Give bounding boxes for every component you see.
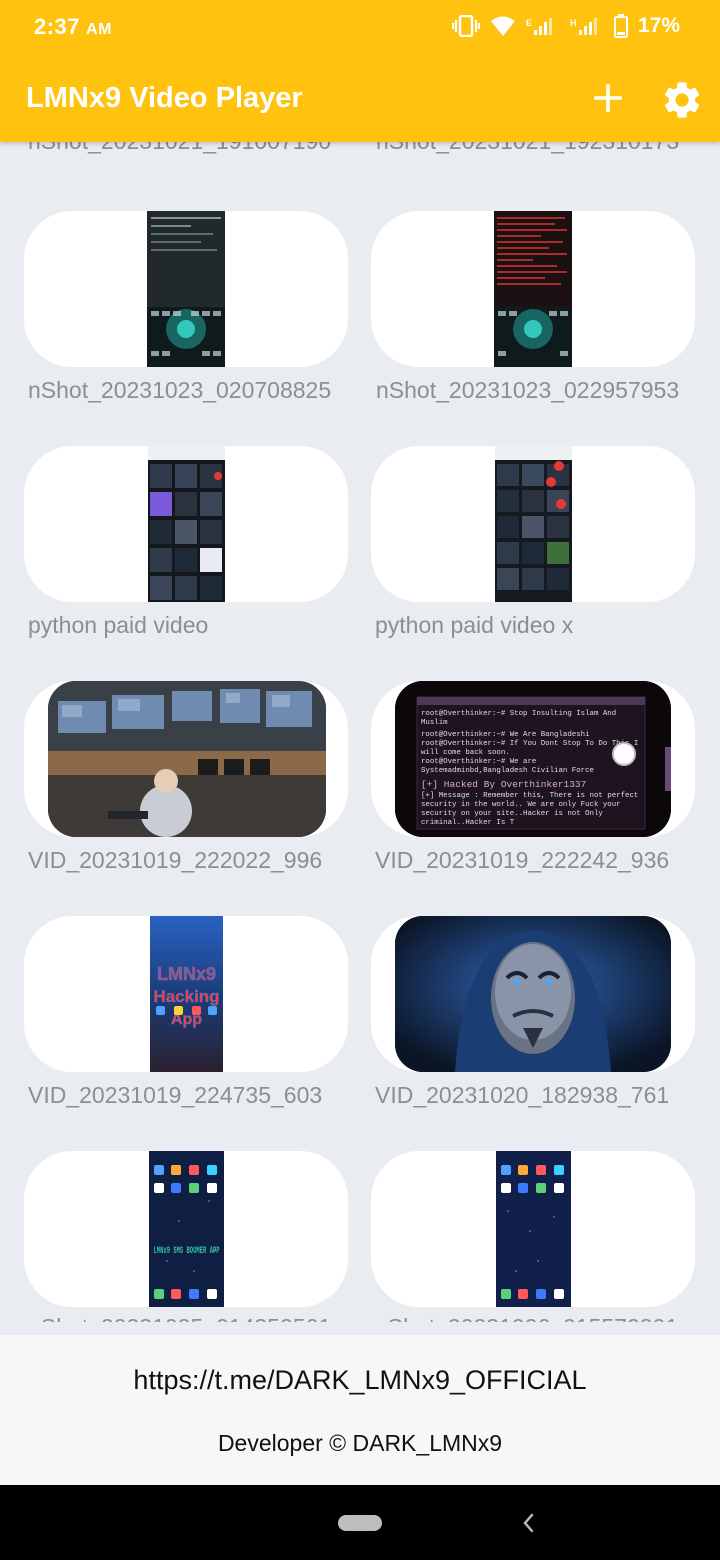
app-bar: LMNx9 Video Player (0, 60, 720, 142)
video-card[interactable]: LMNx9 SMS BOOMER APP (24, 1151, 348, 1307)
terminal-line: security on your site..Hacker is not Onl… (421, 810, 603, 818)
video-thumbnail: LMNx9 Hacking App (150, 916, 223, 1072)
gear-icon[interactable] (660, 78, 704, 122)
vibrate-icon (451, 15, 480, 37)
video-thumbnail: root@Overthinker:~# Stop Insulting Islam… (395, 681, 671, 837)
terminal-line: Muslim (421, 719, 448, 727)
battery-icon (613, 14, 628, 38)
telegram-link[interactable]: https://t.me/DARK_LMNx9_OFFICIAL (0, 1365, 720, 1396)
video-thumbnail (395, 916, 671, 1072)
app-title: LMNx9 Video Player (26, 82, 303, 114)
terminal-line: root@Overthinker:~# Stop Insulting Islam… (421, 710, 616, 718)
video-thumbnail (494, 211, 572, 367)
status-bar: 2:37 AM E H 17% (0, 0, 720, 60)
video-title: nShot_20231026_015572801 (375, 1314, 693, 1322)
developer-credit: Developer © DARK_LMNx9 (217, 1430, 503, 1456)
terminal-line: criminal..Hacker Is T (421, 819, 515, 827)
terminal-line: [+] Message : Remember this, There is no… (421, 792, 638, 800)
video-card[interactable]: LMNx9 Hacking App (24, 916, 348, 1072)
signal-icon: H (570, 18, 597, 35)
video-card[interactable]: root@Overthinker:~# Stop Insulting Islam… (371, 681, 695, 837)
home-pill-icon[interactable] (338, 1515, 382, 1531)
status-time-value: 2:37 (34, 14, 81, 39)
terminal-line: root@Overthinker:~# We are (421, 758, 536, 766)
video-title: VID_20231019_222022_996 (28, 847, 323, 873)
video-thumbnail (48, 681, 326, 837)
wifi-icon (490, 16, 515, 36)
signal-icon: E (526, 18, 552, 35)
terminal-line: root@Overthinker:~# We Are Bangladeshi (421, 731, 590, 739)
video-title: nShot_20231025_014352561 (28, 1314, 346, 1322)
video-title: nShot_20231021_191007190 (28, 142, 346, 155)
thumb-text: LMNx9 (157, 964, 216, 984)
video-title: VID_20231019_222242_936 (375, 847, 670, 873)
video-thumbnail (495, 446, 572, 602)
video-card[interactable] (371, 1151, 695, 1307)
video-title: python paid video (28, 612, 209, 638)
terminal-line: root@Overthinker:~# If You Dont Stop To … (421, 740, 638, 748)
status-icons: E H 17% (451, 14, 680, 38)
plus-icon[interactable] (588, 78, 628, 118)
video-thumbnail (496, 1151, 571, 1307)
svg-text:E: E (526, 18, 532, 28)
terminal-line: Systemadminbd,Bangladesh Civilian Force (421, 767, 594, 775)
video-card[interactable] (371, 446, 695, 602)
video-card[interactable] (371, 211, 695, 367)
video-card[interactable] (24, 211, 348, 367)
thumb-text: LMNx9 SMS BOOMER APP (154, 1246, 220, 1257)
footer: https://t.me/DARK_LMNx9_OFFICIAL Develop… (0, 1335, 720, 1485)
video-thumbnail (147, 211, 225, 367)
video-grid[interactable]: nShot_20231021_191007190 nShot_20231021_… (0, 142, 720, 1322)
terminal-line: security in the world.. We are only Fuck… (421, 801, 621, 809)
status-ampm: AM (86, 21, 112, 38)
video-title: python paid video x (375, 612, 574, 638)
navigation-bar (0, 1485, 720, 1560)
video-card[interactable] (24, 446, 348, 602)
svg-text:H: H (570, 18, 577, 28)
video-card[interactable] (371, 916, 695, 1072)
status-time: 2:37 AM (34, 14, 112, 40)
video-thumbnail: LMNx9 SMS BOOMER APP (149, 1151, 224, 1307)
video-title: nShot_20231023_020708825 (28, 377, 332, 403)
video-title: VID_20231020_182938_761 (375, 1082, 670, 1108)
back-chevron-icon[interactable] (516, 1509, 540, 1537)
thumb-text: Hacking (153, 987, 219, 1006)
video-title: nShot_20231021_192310173 (376, 142, 694, 155)
video-thumbnail (148, 446, 225, 602)
terminal-line: will come back soon. (421, 749, 510, 757)
video-card[interactable] (24, 681, 348, 837)
video-title: nShot_20231023_022957953 (376, 377, 680, 403)
terminal-line: [+] Hacked By Overthinker1337 (421, 779, 586, 790)
video-title: VID_20231019_224735_603 (28, 1082, 323, 1108)
battery-percent: 17% (637, 14, 680, 37)
